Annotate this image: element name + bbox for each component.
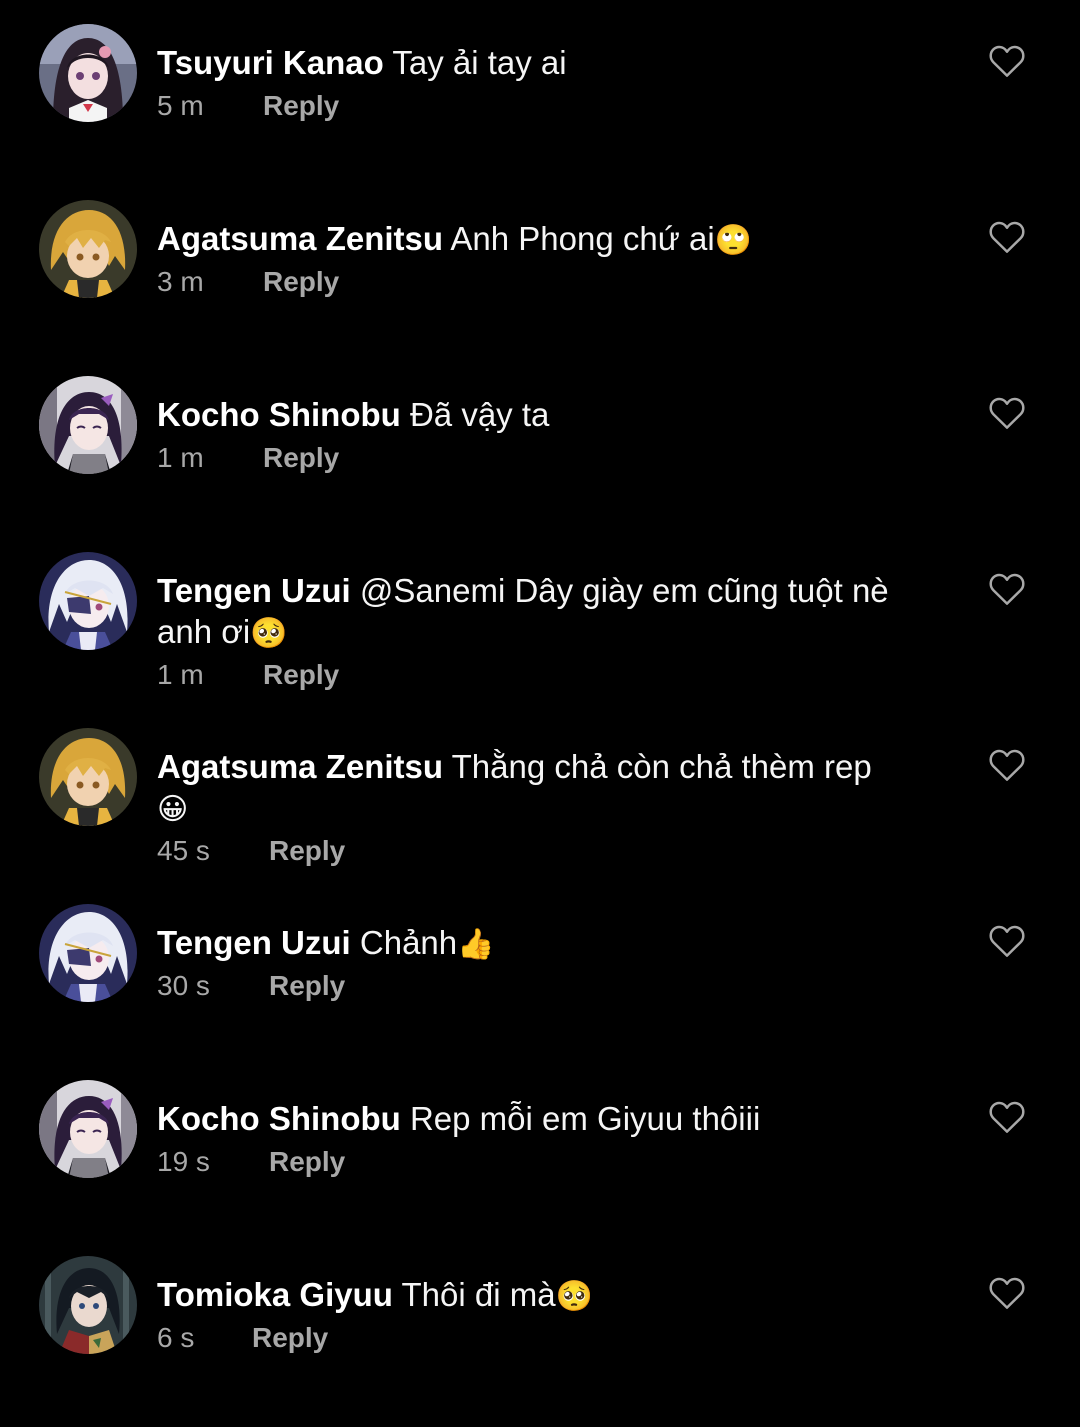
comment-timestamp: 19 s	[157, 1146, 210, 1177]
avatar-image	[39, 552, 137, 650]
comment-meta: 6 s Reply	[157, 1321, 937, 1355]
avatar-agatsuma-zenitsu[interactable]	[39, 200, 137, 298]
comment-message: Anh Phong chứ ai	[450, 220, 715, 257]
heart-outline-icon	[989, 925, 1025, 957]
comment-emoji: 🥺	[250, 616, 288, 651]
comment-text: Tomioka Giyuu Thôi đi mà🥺	[157, 1274, 937, 1317]
comment-list: Tsuyuri Kanao Tay ải tay ai 5 m Reply Ag…	[0, 0, 1080, 1427]
comment-timestamp: 6 s	[157, 1322, 195, 1353]
avatar-agatsuma-zenitsu[interactable]	[39, 728, 137, 826]
like-button[interactable]	[988, 748, 1026, 782]
comment-author[interactable]: Tengen Uzui	[157, 924, 351, 961]
comment-author[interactable]: Agatsuma Zenitsu	[157, 220, 443, 257]
comment-timestamp: 1 m	[157, 442, 204, 473]
comment-body: Tengen Uzui @Sanemi Dây giày em cũng tuộ…	[157, 570, 937, 692]
avatar-tomioka-giyuu[interactable]	[39, 1256, 137, 1354]
like-button[interactable]	[988, 1100, 1026, 1134]
comment-body: Agatsuma Zenitsu Thằng chả còn chả thèm …	[157, 746, 937, 868]
comment-body: Kocho Shinobu Rep mỗi em Giyuu thôiii 19…	[157, 1098, 937, 1179]
comment-text: Tengen Uzui Chảnh👍	[157, 922, 937, 965]
comment-emoji: 🙄	[714, 223, 753, 258]
reply-button[interactable]: Reply	[263, 441, 339, 475]
avatar-image	[39, 24, 137, 122]
heart-outline-icon	[989, 749, 1025, 781]
avatar-kocho-shinobu[interactable]	[39, 376, 137, 474]
avatar-tengen-uzui[interactable]	[39, 552, 137, 650]
comment-timestamp: 5 m	[157, 90, 204, 121]
avatar-image	[39, 1080, 137, 1178]
comment-meta: 1 m Reply	[157, 441, 937, 475]
avatar-tsuyuri-kanao[interactable]	[39, 24, 137, 122]
like-button[interactable]	[988, 220, 1026, 254]
avatar-tengen-uzui[interactable]	[39, 904, 137, 1002]
like-button[interactable]	[988, 924, 1026, 958]
comment-author[interactable]: Tsuyuri Kanao	[157, 44, 384, 81]
comment-emoji: 👍	[457, 927, 495, 962]
comment-message: Thôi đi mà	[401, 1276, 556, 1313]
comment-body: Tengen Uzui Chảnh👍 30 s Reply	[157, 922, 937, 1003]
comment-author[interactable]: Agatsuma Zenitsu	[157, 748, 443, 785]
comment-body: Kocho Shinobu Đã vậy ta 1 m Reply	[157, 394, 937, 475]
comment-author[interactable]: Kocho Shinobu	[157, 1100, 401, 1137]
comment-meta: 45 s Reply	[157, 834, 937, 868]
heart-outline-icon	[989, 573, 1025, 605]
like-button[interactable]	[988, 572, 1026, 606]
comment-text: Kocho Shinobu Đã vậy ta	[157, 394, 937, 437]
heart-outline-icon	[989, 1101, 1025, 1133]
comment-author[interactable]: Tomioka Giyuu	[157, 1276, 393, 1313]
comment-message: Thằng chả còn chả thèm rep	[451, 748, 872, 785]
comment-message: Đã vậy ta	[409, 396, 550, 433]
comment-text: Agatsuma Zenitsu Anh Phong chứ ai🙄	[157, 218, 937, 261]
avatar-kocho-shinobu[interactable]	[39, 1080, 137, 1178]
comment-body: Tsuyuri Kanao Tay ải tay ai 5 m Reply	[157, 42, 937, 123]
heart-outline-icon	[989, 221, 1025, 253]
comment-text: Agatsuma Zenitsu Thằng chả còn chả thèm …	[157, 746, 937, 830]
comment-text: Kocho Shinobu Rep mỗi em Giyuu thôiii	[157, 1098, 937, 1141]
comment-body: Agatsuma Zenitsu Anh Phong chứ ai🙄 3 m R…	[157, 218, 937, 299]
reply-button[interactable]: Reply	[263, 658, 339, 692]
avatar-image	[39, 728, 137, 826]
reply-button[interactable]: Reply	[269, 969, 345, 1003]
comment-message: Rep mỗi em Giyuu thôiii	[409, 1100, 761, 1137]
comment-message: Chảnh	[359, 924, 458, 961]
heart-outline-icon	[989, 397, 1025, 429]
comment-message: Tay ải tay ai	[392, 44, 567, 81]
avatar-image	[39, 904, 137, 1002]
comment-meta: 5 m Reply	[157, 89, 937, 123]
comment-timestamp: 3 m	[157, 266, 204, 297]
reply-button[interactable]: Reply	[252, 1321, 328, 1355]
comment-meta: 1 m Reply	[157, 658, 937, 692]
like-button[interactable]	[988, 396, 1026, 430]
comment-text: Tengen Uzui @Sanemi Dây giày em cũng tuộ…	[157, 570, 937, 654]
heart-outline-icon	[989, 1277, 1025, 1309]
reply-button[interactable]: Reply	[263, 265, 339, 299]
comment-text: Tsuyuri Kanao Tay ải tay ai	[157, 42, 937, 85]
comment-meta: 30 s Reply	[157, 969, 937, 1003]
comment-timestamp: 45 s	[157, 835, 210, 866]
comment-body: Tomioka Giyuu Thôi đi mà🥺 6 s Reply	[157, 1274, 937, 1355]
heart-outline-icon	[989, 45, 1025, 77]
comment-timestamp: 1 m	[157, 659, 204, 690]
comment-meta: 3 m Reply	[157, 265, 937, 299]
comment-author[interactable]: Tengen Uzui	[157, 572, 351, 609]
comment-emoji: 😀	[157, 792, 189, 827]
reply-button[interactable]: Reply	[269, 1145, 345, 1179]
comment-meta: 19 s Reply	[157, 1145, 937, 1179]
avatar-image	[39, 376, 137, 474]
like-button[interactable]	[988, 1276, 1026, 1310]
comment-emoji: 🥺	[555, 1279, 593, 1314]
comment-author[interactable]: Kocho Shinobu	[157, 396, 401, 433]
like-button[interactable]	[988, 44, 1026, 78]
reply-button[interactable]: Reply	[269, 834, 345, 868]
reply-button[interactable]: Reply	[263, 89, 339, 123]
avatar-image	[39, 1256, 137, 1354]
avatar-image	[39, 200, 137, 298]
comment-timestamp: 30 s	[157, 970, 210, 1001]
